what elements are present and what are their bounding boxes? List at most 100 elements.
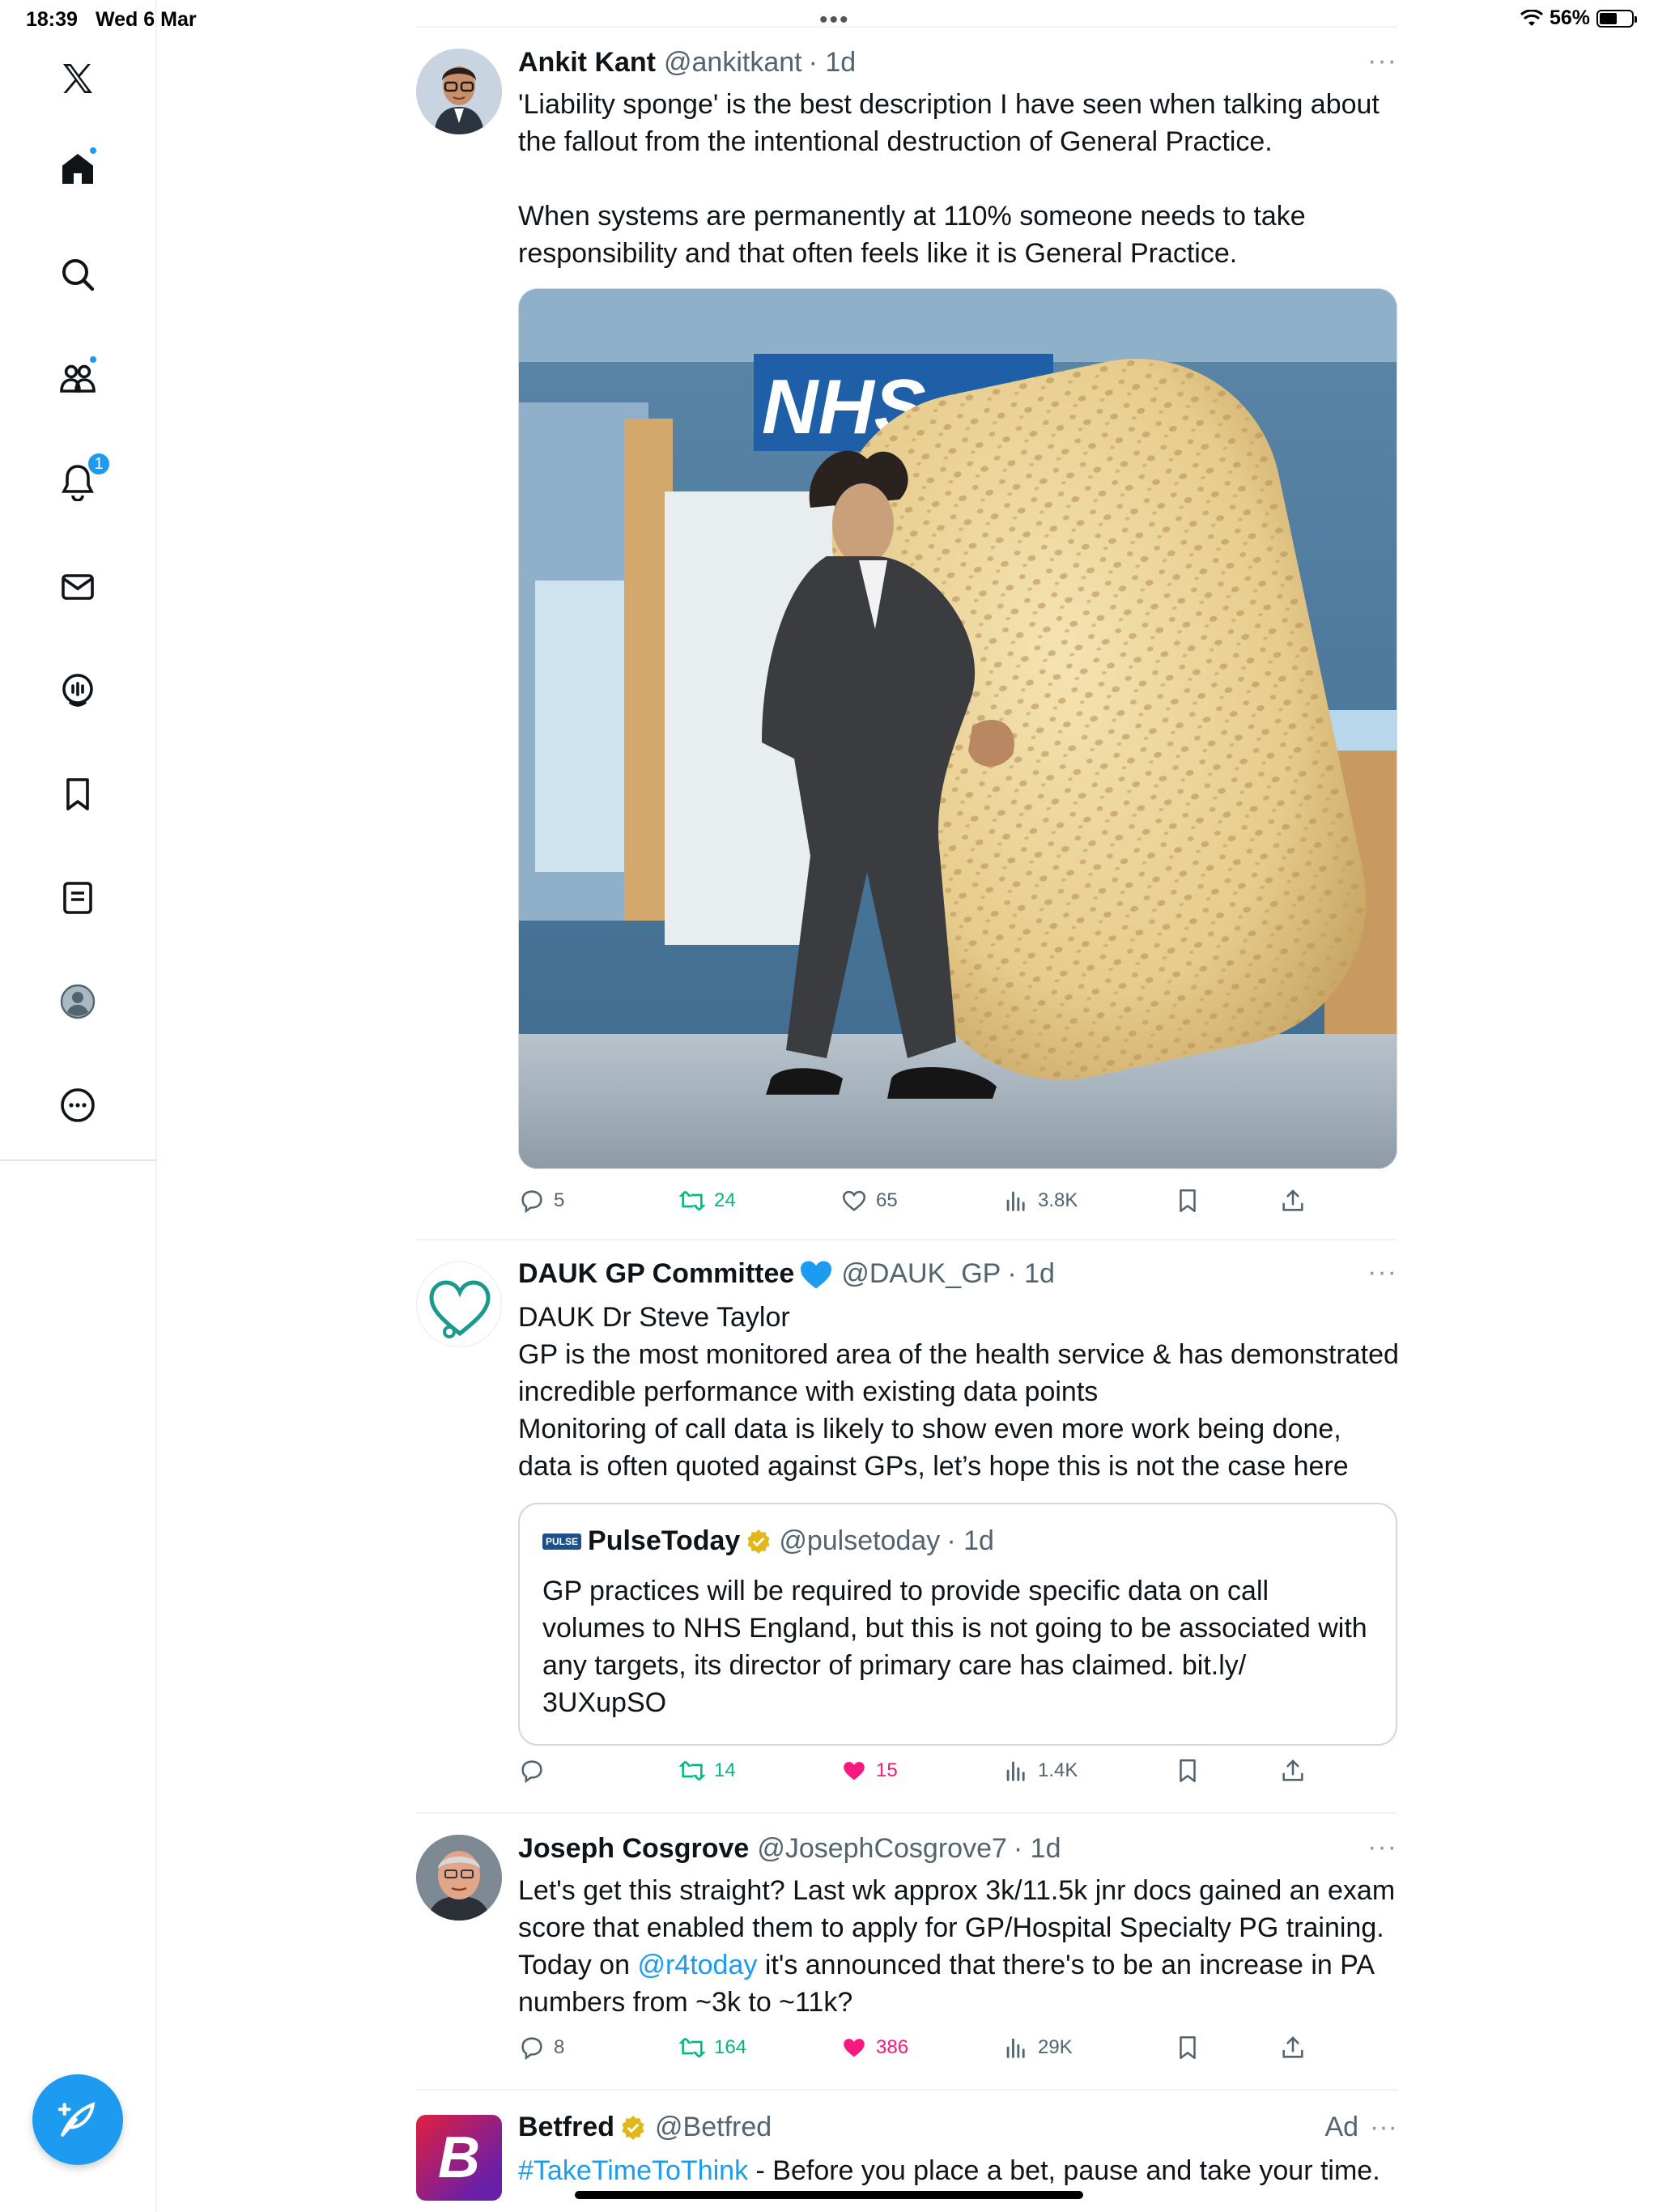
- notifications-icon[interactable]: 1: [54, 452, 111, 505]
- tweet-author-handle[interactable]: @JosephCosgrove7: [757, 1833, 1007, 1865]
- tweet[interactable]: DAUK GP Committee @DAUK_GP · 1d ··· DAUK…: [416, 1240, 1399, 1814]
- views-count: 3.8K: [1038, 1189, 1078, 1211]
- profile-icon[interactable]: [54, 978, 101, 1025]
- more-options-icon[interactable]: ···: [1367, 1257, 1397, 1288]
- more-options-icon[interactable]: ···: [1370, 2112, 1397, 2143]
- reply-icon: [521, 1190, 542, 1214]
- like-count: 65: [876, 1189, 898, 1211]
- reply-count: 8: [554, 2036, 565, 2058]
- heart-filled-icon: [844, 2039, 865, 2057]
- views-icon: [1006, 1761, 1025, 1781]
- tweet-text: #TakeTimeToThink - Before you place a be…: [518, 2152, 1401, 2189]
- tweet-actions: 14 15 1.4K: [518, 1757, 1328, 1789]
- bookmark-button[interactable]: [1174, 1757, 1201, 1784]
- avatar[interactable]: [416, 1835, 502, 1921]
- bookmark-button[interactable]: [1174, 1187, 1201, 1214]
- retweet-button[interactable]: 24: [678, 1187, 736, 1214]
- like-count: 386: [876, 2036, 909, 2058]
- quoted-tweet[interactable]: PULSE PulseToday @pulsetoday · 1d GP pra…: [518, 1503, 1397, 1746]
- home-icon[interactable]: [54, 146, 101, 193]
- retweet-button[interactable]: 14: [678, 1757, 736, 1784]
- tweet[interactable]: Ankit Kant @ankitkant · 1d ··· 'Liabilit…: [416, 28, 1397, 1240]
- sidebar-divider: [0, 1159, 157, 1161]
- quote-text: GP practices will be required to provide…: [542, 1576, 1367, 1718]
- battery-percent: 56%: [1549, 6, 1590, 29]
- more-icon[interactable]: [54, 1082, 101, 1129]
- x-logo-icon[interactable]: [54, 55, 101, 102]
- spaces-icon[interactable]: [54, 667, 101, 714]
- avatar[interactable]: [416, 1261, 502, 1347]
- share-button[interactable]: [1279, 1187, 1307, 1214]
- tweet-time[interactable]: · 1d: [809, 47, 857, 79]
- compose-button[interactable]: [32, 2074, 123, 2165]
- gold-verified-icon: [747, 1529, 770, 1554]
- tweet[interactable]: Joseph Cosgrove @JosephCosgrove7 · 1d ··…: [416, 1814, 1397, 2091]
- sidebar: 1: [0, 0, 157, 2212]
- hashtag-link[interactable]: #TakeTimeToThink: [518, 2155, 748, 2186]
- views-button[interactable]: 3.8K: [1002, 1187, 1078, 1214]
- views-button[interactable]: 29K: [1002, 2034, 1073, 2061]
- retweet-button[interactable]: 164: [678, 2034, 746, 2061]
- tweet-author-name[interactable]: Ankit Kant: [518, 47, 656, 79]
- reply-icon: [521, 2037, 542, 2061]
- battery-icon: [1596, 9, 1637, 28]
- tweet-author-handle[interactable]: @ankitkant: [664, 47, 802, 79]
- tweet-author-handle[interactable]: @Betfred: [655, 2112, 772, 2143]
- tweet-image[interactable]: NHS: [518, 288, 1397, 1169]
- tweet-author-name[interactable]: DAUK GP Committee: [518, 1258, 794, 1290]
- more-options-icon[interactable]: ···: [1367, 1831, 1397, 1863]
- heart-filled-icon: [844, 1762, 865, 1780]
- home-indicator[interactable]: [575, 2191, 1083, 2199]
- avatar[interactable]: [416, 49, 502, 134]
- blue-heart-icon: [801, 1261, 832, 1288]
- home-unread-dot: [88, 146, 98, 155]
- messages-icon[interactable]: [54, 564, 101, 610]
- heart-icon: [842, 1190, 866, 1211]
- ad-label: Ad: [1324, 2112, 1359, 2142]
- tweet-author-name[interactable]: Joseph Cosgrove: [518, 1833, 749, 1865]
- quote-time: · 1d: [946, 1525, 994, 1556]
- reply-button[interactable]: 5: [518, 1187, 564, 1214]
- quote-author-name: PulseToday: [588, 1525, 741, 1556]
- tweet-text: 'Liability sponge' is the best descripti…: [518, 86, 1401, 272]
- communities-icon[interactable]: [54, 355, 101, 402]
- notifications-badge: 1: [87, 452, 111, 476]
- tweet-time[interactable]: · 1d: [1007, 1258, 1055, 1290]
- like-button[interactable]: 386: [840, 2034, 908, 2061]
- mention-link[interactable]: @r4today: [637, 1950, 757, 1980]
- bookmark-icon: [1180, 1759, 1196, 1783]
- retweet-icon: [678, 1760, 706, 1781]
- tweet-text-paragraph: When systems are permanently at 110% som…: [518, 201, 1306, 269]
- share-icon: [1282, 1759, 1303, 1781]
- like-button[interactable]: 15: [840, 1757, 898, 1784]
- tweet-time[interactable]: · 1d: [1014, 1833, 1061, 1865]
- timeline: Ankit Kant @ankitkant · 1d ··· 'Liabilit…: [416, 0, 1399, 2212]
- views-button[interactable]: 1.4K: [1002, 1757, 1078, 1784]
- like-button[interactable]: 65: [840, 1187, 898, 1214]
- tweet-text-paragraph: 'Liability sponge' is the best descripti…: [518, 89, 1380, 157]
- tweet-actions: 5 24 65 3.8K: [518, 1187, 1328, 1219]
- tweet-text-part: - Before you place a bet, pause and take…: [748, 2155, 1380, 2186]
- tweet-text: DAUK Dr Steve Taylor GP is the most moni…: [518, 1302, 1399, 1482]
- share-button[interactable]: [1279, 2034, 1307, 2061]
- tweet-author-handle[interactable]: @DAUK_GP: [841, 1258, 1001, 1290]
- avatar[interactable]: B: [416, 2115, 502, 2201]
- reply-count: 5: [554, 1189, 565, 1211]
- reply-icon: [521, 1760, 542, 1784]
- tweet-author-name[interactable]: Betfred: [518, 2112, 614, 2143]
- search-icon[interactable]: [54, 251, 101, 298]
- compose-feather-icon: [57, 2102, 96, 2137]
- lists-icon[interactable]: [54, 874, 101, 921]
- reply-button[interactable]: [518, 1757, 554, 1784]
- reply-button[interactable]: 8: [518, 2034, 564, 2061]
- like-count: 15: [876, 1759, 898, 1781]
- retweet-count: 24: [714, 1189, 736, 1211]
- share-button[interactable]: [1279, 1757, 1307, 1784]
- more-options-icon[interactable]: ···: [1367, 45, 1397, 77]
- quote-logo: PULSE: [542, 1533, 582, 1550]
- bookmark-button[interactable]: [1174, 2034, 1201, 2061]
- retweet-count: 164: [714, 2036, 747, 2058]
- bookmarks-icon[interactable]: [54, 771, 101, 818]
- quote-author-handle: @pulsetoday: [779, 1525, 941, 1556]
- communities-unread-dot: [88, 355, 98, 364]
